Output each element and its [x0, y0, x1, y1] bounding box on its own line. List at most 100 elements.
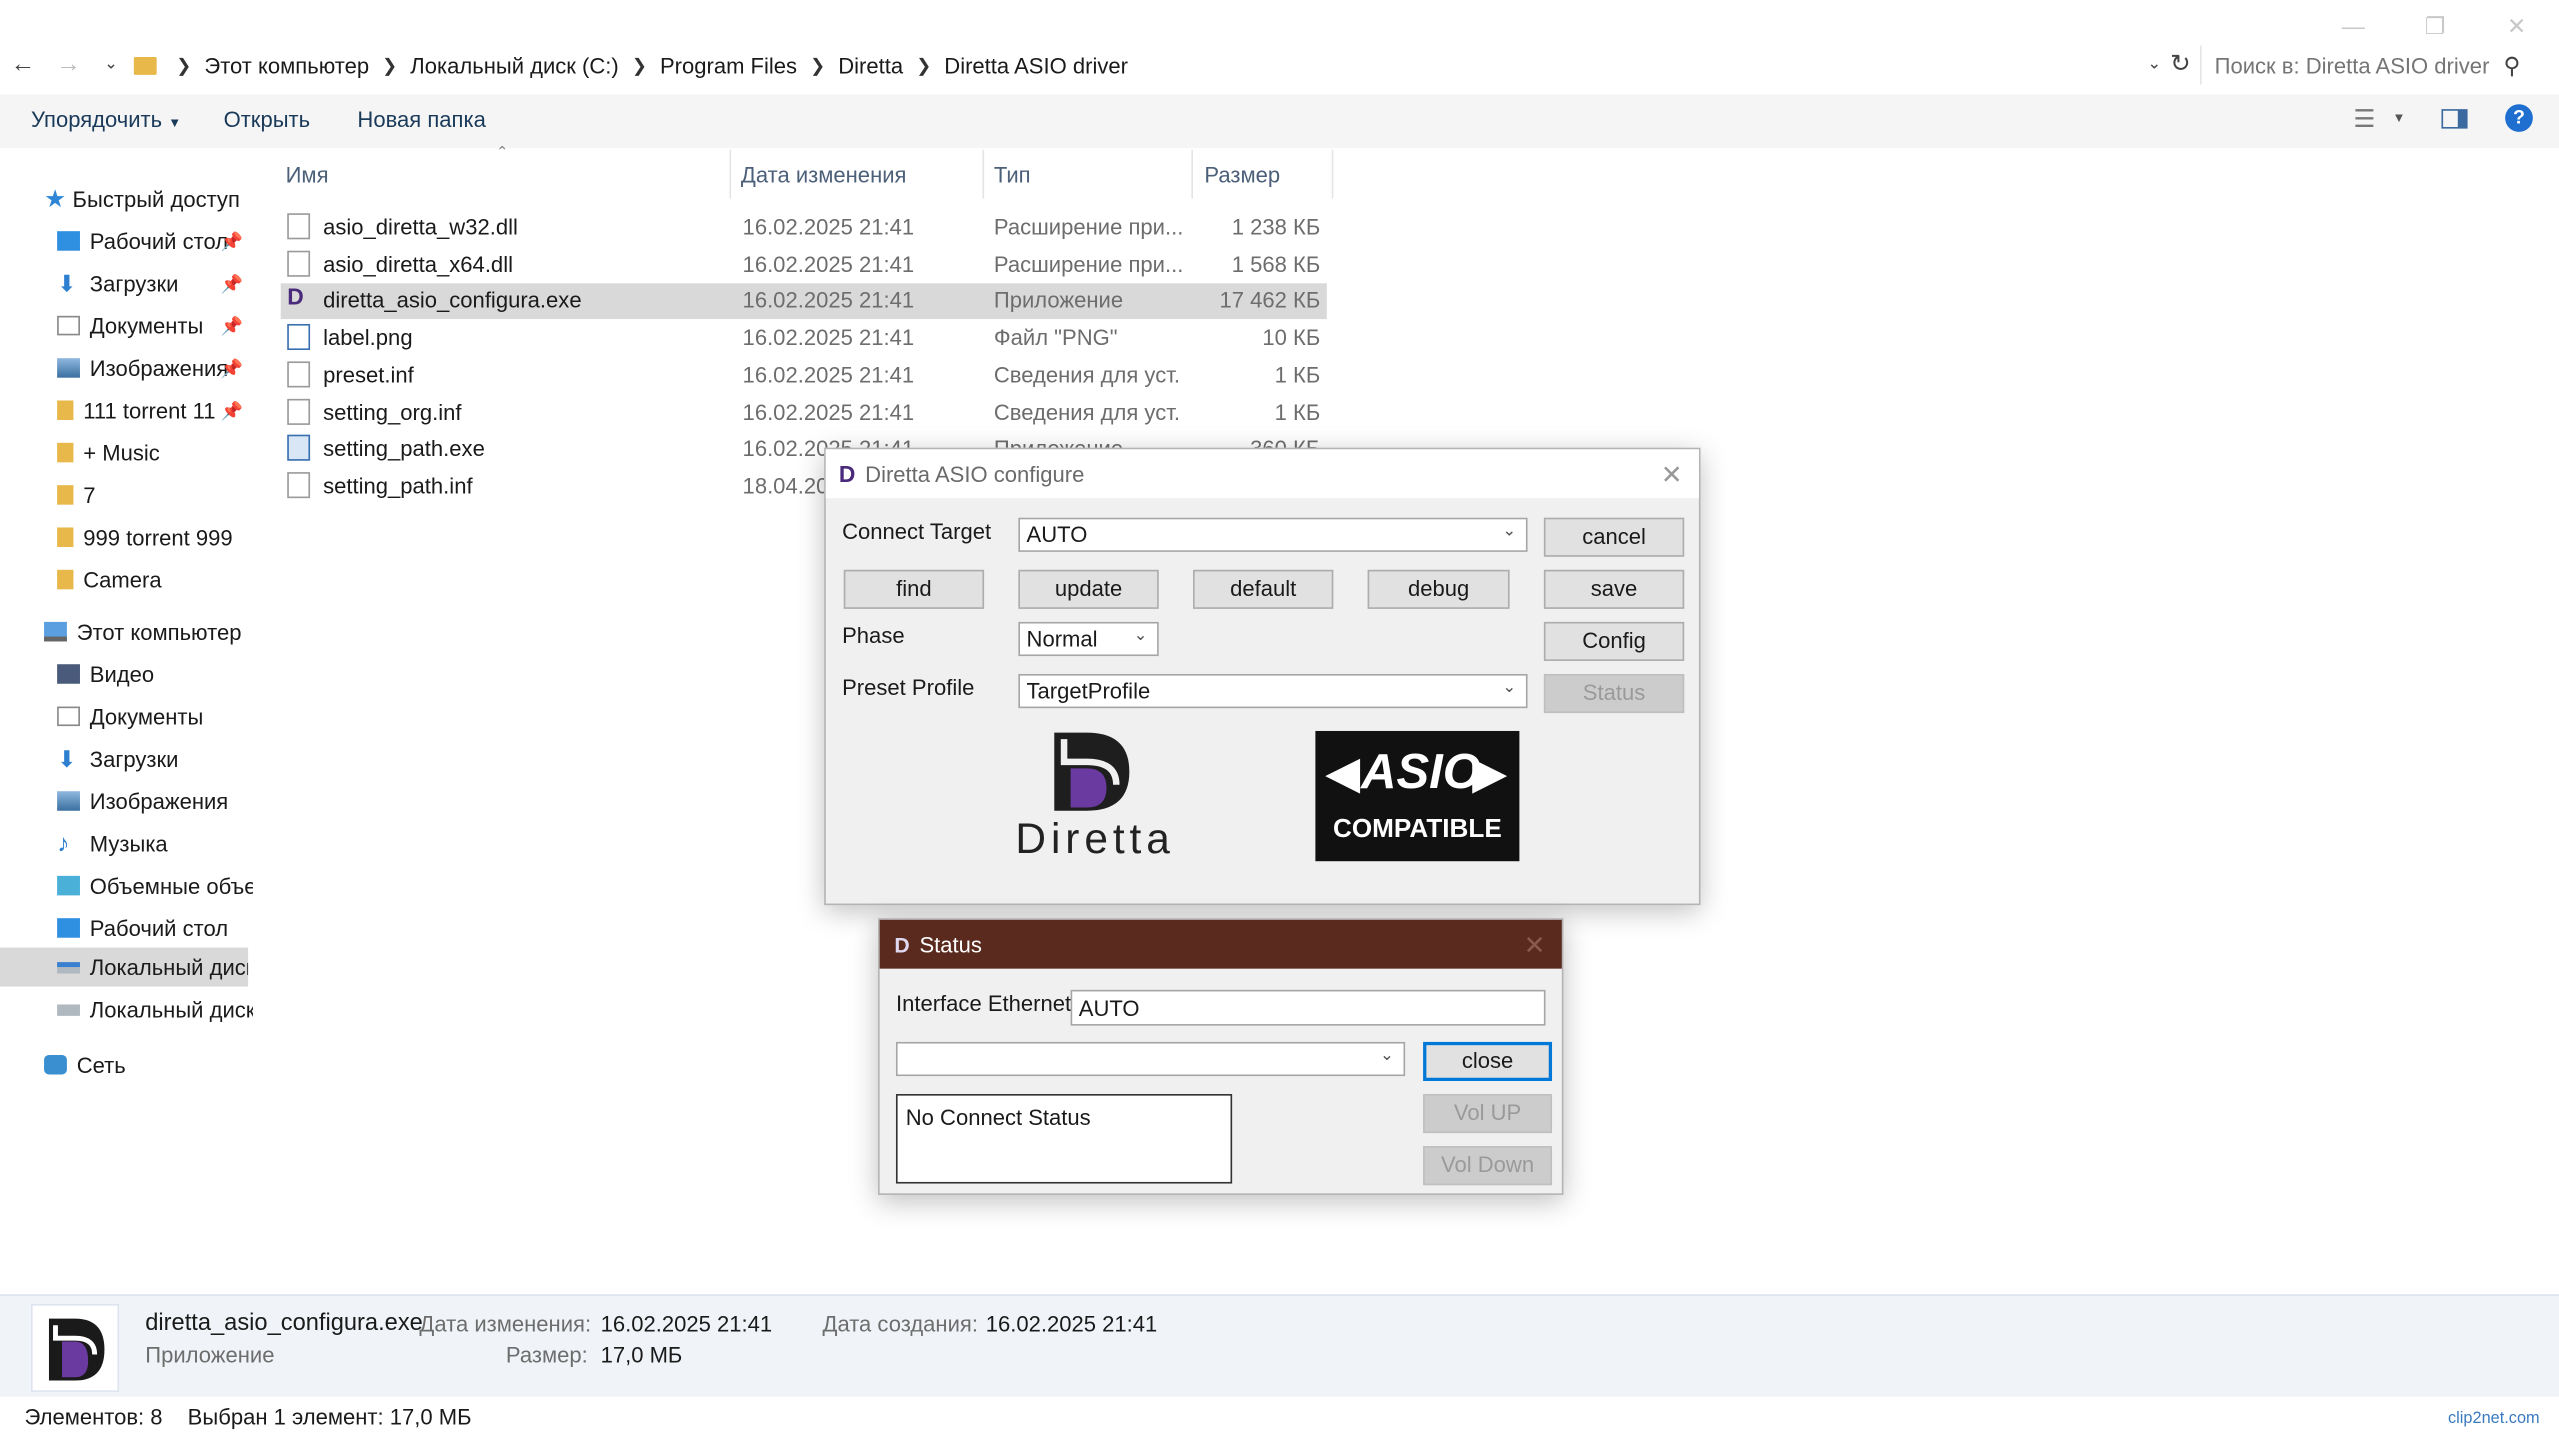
sidebar-item-quick-access[interactable]: ★ Быстрый доступ	[0, 179, 253, 218]
file-row[interactable]: label.png 16.02.2025 21:41 Файл "PNG" 10…	[281, 321, 1327, 357]
view-options-icon[interactable]: ☰	[2353, 104, 2375, 134]
sidebar-item-pc-downloads[interactable]: ⬇ Загрузки	[0, 739, 253, 778]
sidebar-item-videos[interactable]: Видео	[0, 654, 253, 693]
status-dialog-titlebar[interactable]: D Status ✕	[879, 919, 1562, 969]
help-icon[interactable]: ?	[2505, 104, 2533, 132]
sidebar-item-3d-objects[interactable]: Объемные объекты	[0, 866, 253, 905]
column-header-type[interactable]: Тип	[994, 163, 1031, 187]
chevron-right-icon[interactable]: ❯	[625, 55, 653, 76]
interface-select[interactable]: ⌄	[895, 1041, 1406, 1077]
status-button[interactable]: Status	[1543, 673, 1685, 714]
folder-icon	[57, 527, 74, 548]
organize-button[interactable]: Упорядочить ▼	[31, 107, 181, 131]
default-button[interactable]: default	[1192, 569, 1334, 609]
close-icon[interactable]: ✕	[1661, 459, 1683, 492]
breadcrumb-item[interactable]: Локальный диск (C:)	[404, 53, 626, 77]
sidebar-item-111-torrent[interactable]: 111 torrent 11 📌	[0, 391, 253, 430]
sidebar-item-pc-documents[interactable]: Документы	[0, 697, 253, 736]
view-dropdown-caret-icon[interactable]: ▼	[2393, 111, 2406, 126]
file-row[interactable]: asio_diretta_x64.dll 16.02.2025 21:41 Ра…	[281, 247, 1327, 283]
file-name: diretta_asio_configura.exe	[323, 288, 582, 313]
details-created-label: Дата создания:	[822, 1312, 978, 1337]
asio-compatible-text: COMPATIBLE	[1333, 815, 1502, 844]
cancel-button[interactable]: cancel	[1543, 517, 1685, 557]
search-input[interactable]	[2201, 52, 2504, 78]
breadcrumb[interactable]: ❯ Этот компьютер ❯ Локальный диск (C:) ❯…	[124, 46, 2171, 85]
debug-button[interactable]: debug	[1367, 569, 1510, 609]
column-header-size[interactable]: Размер	[1204, 163, 1280, 187]
chevron-right-icon[interactable]: ❯	[910, 55, 938, 76]
chevron-right-icon[interactable]: ❯	[376, 55, 404, 76]
asio-compatible-logo: ◀ ASIO ▶ COMPATIBLE	[1315, 730, 1520, 862]
preset-profile-select[interactable]: TargetProfile ⌄	[1018, 673, 1528, 709]
back-arrow-icon[interactable]: ←	[7, 49, 40, 82]
update-button[interactable]: update	[1018, 569, 1159, 609]
column-divider[interactable]	[1331, 149, 1334, 199]
sidebar-item-documents[interactable]: Документы 📌	[0, 306, 253, 345]
interface-ethernet-field[interactable]: AUTO	[1070, 989, 1546, 1026]
chevron-right-icon[interactable]: ❯	[170, 55, 198, 76]
sidebar-item-label: Быстрый доступ	[72, 186, 240, 211]
preview-pane-icon[interactable]	[2441, 109, 2468, 129]
sidebar-item-music-folder[interactable]: + Music	[0, 433, 253, 472]
chevron-down-icon: ⌄	[1380, 1046, 1394, 1065]
forward-arrow-icon[interactable]: →	[52, 49, 85, 82]
search-box[interactable]: ⚲	[2199, 45, 2553, 85]
column-divider[interactable]	[1191, 149, 1193, 199]
file-name: label.png	[323, 325, 413, 351]
column-divider[interactable]	[982, 149, 985, 199]
sidebar-item-local-disk-d[interactable]: Локальный диск (D:)	[0, 990, 253, 1029]
sidebar-item-label: Изображения	[89, 788, 229, 814]
refresh-icon[interactable]: ↻	[2164, 49, 2197, 82]
sidebar-item-999-torrent[interactable]: 999 torrent 999	[0, 518, 253, 557]
close-button[interactable]: close	[1423, 1041, 1553, 1081]
details-kind: Приложение	[145, 1343, 275, 1368]
file-type: Расширение при...	[993, 252, 1182, 277]
folder-icon	[57, 442, 74, 463]
vol-down-button[interactable]: Vol Down	[1423, 1146, 1553, 1186]
breadcrumb-item[interactable]: Diretta	[832, 53, 910, 77]
recent-locations-chevron-icon[interactable]: ⌄	[95, 49, 128, 82]
close-icon[interactable]: ✕	[1524, 930, 1546, 963]
file-row[interactable]: D diretta_asio_configura.exe 16.02.2025 …	[280, 283, 1327, 320]
save-button[interactable]: save	[1543, 569, 1685, 609]
file-row[interactable]: preset.inf 16.02.2025 21:41 Сведения для…	[281, 358, 1327, 394]
sidebar-item-network[interactable]: Сеть	[0, 1045, 253, 1084]
sidebar-item-pc-desktop[interactable]: Рабочий стол	[0, 908, 253, 947]
restore-button[interactable]: ❐	[2419, 10, 2452, 43]
config-button[interactable]: Config	[1543, 621, 1685, 661]
column-divider[interactable]	[729, 149, 732, 199]
sidebar-item-this-pc[interactable]: Этот компьютер	[0, 612, 253, 651]
column-header-date[interactable]: Дата изменения	[741, 163, 907, 187]
phase-select[interactable]: Normal ⌄	[1018, 621, 1159, 657]
column-header-name[interactable]: Имя	[286, 163, 329, 187]
sidebar-item-pc-pictures[interactable]: Изображения	[0, 781, 253, 820]
new-folder-button[interactable]: Новая папка	[357, 107, 485, 131]
chevron-right-icon[interactable]: ❯	[804, 55, 832, 76]
sidebar-item-7[interactable]: 7	[0, 475, 253, 514]
file-name: preset.inf	[323, 363, 414, 388]
open-button[interactable]: Открыть	[224, 107, 311, 131]
file-date: 16.02.2025 21:41	[742, 214, 915, 240]
config-dialog-titlebar[interactable]: D Diretta ASIO configure ✕	[825, 449, 1699, 499]
vol-up-button[interactable]: Vol UP	[1423, 1094, 1553, 1134]
sidebar-item-desktop[interactable]: Рабочий стол 📌	[0, 221, 253, 260]
file-row[interactable]: setting_org.inf 16.02.2025 21:41 Сведени…	[281, 396, 1327, 432]
sidebar-item-pictures[interactable]: Изображения 📌	[0, 348, 253, 387]
minimize-button[interactable]: —	[2337, 10, 2370, 43]
search-icon[interactable]: ⚲	[2503, 51, 2520, 79]
sidebar-item-local-disk-c[interactable]: Локальный диск (C:)	[0, 947, 249, 987]
sidebar-item-label: Музыка	[89, 831, 168, 856]
breadcrumb-item[interactable]: Diretta ASIO driver	[938, 53, 1135, 77]
breadcrumb-item[interactable]: Program Files	[653, 53, 803, 77]
details-size-label: Размер:	[505, 1343, 588, 1368]
sidebar-item-downloads[interactable]: ⬇ Загрузки 📌	[0, 264, 253, 303]
file-row[interactable]: asio_diretta_w32.dll 16.02.2025 21:41 Ра…	[281, 210, 1327, 246]
sidebar-item-camera[interactable]: Camera	[0, 560, 253, 599]
sidebar-item-music[interactable]: ♪ Музыка	[0, 824, 253, 863]
connect-target-select[interactable]: AUTO ⌄	[1018, 517, 1528, 552]
find-button[interactable]: find	[843, 569, 985, 609]
breadcrumb-item[interactable]: Этот компьютер	[198, 53, 376, 77]
close-window-button[interactable]: ✕	[2500, 10, 2533, 43]
item-count: Элементов: 8	[24, 1404, 163, 1430]
